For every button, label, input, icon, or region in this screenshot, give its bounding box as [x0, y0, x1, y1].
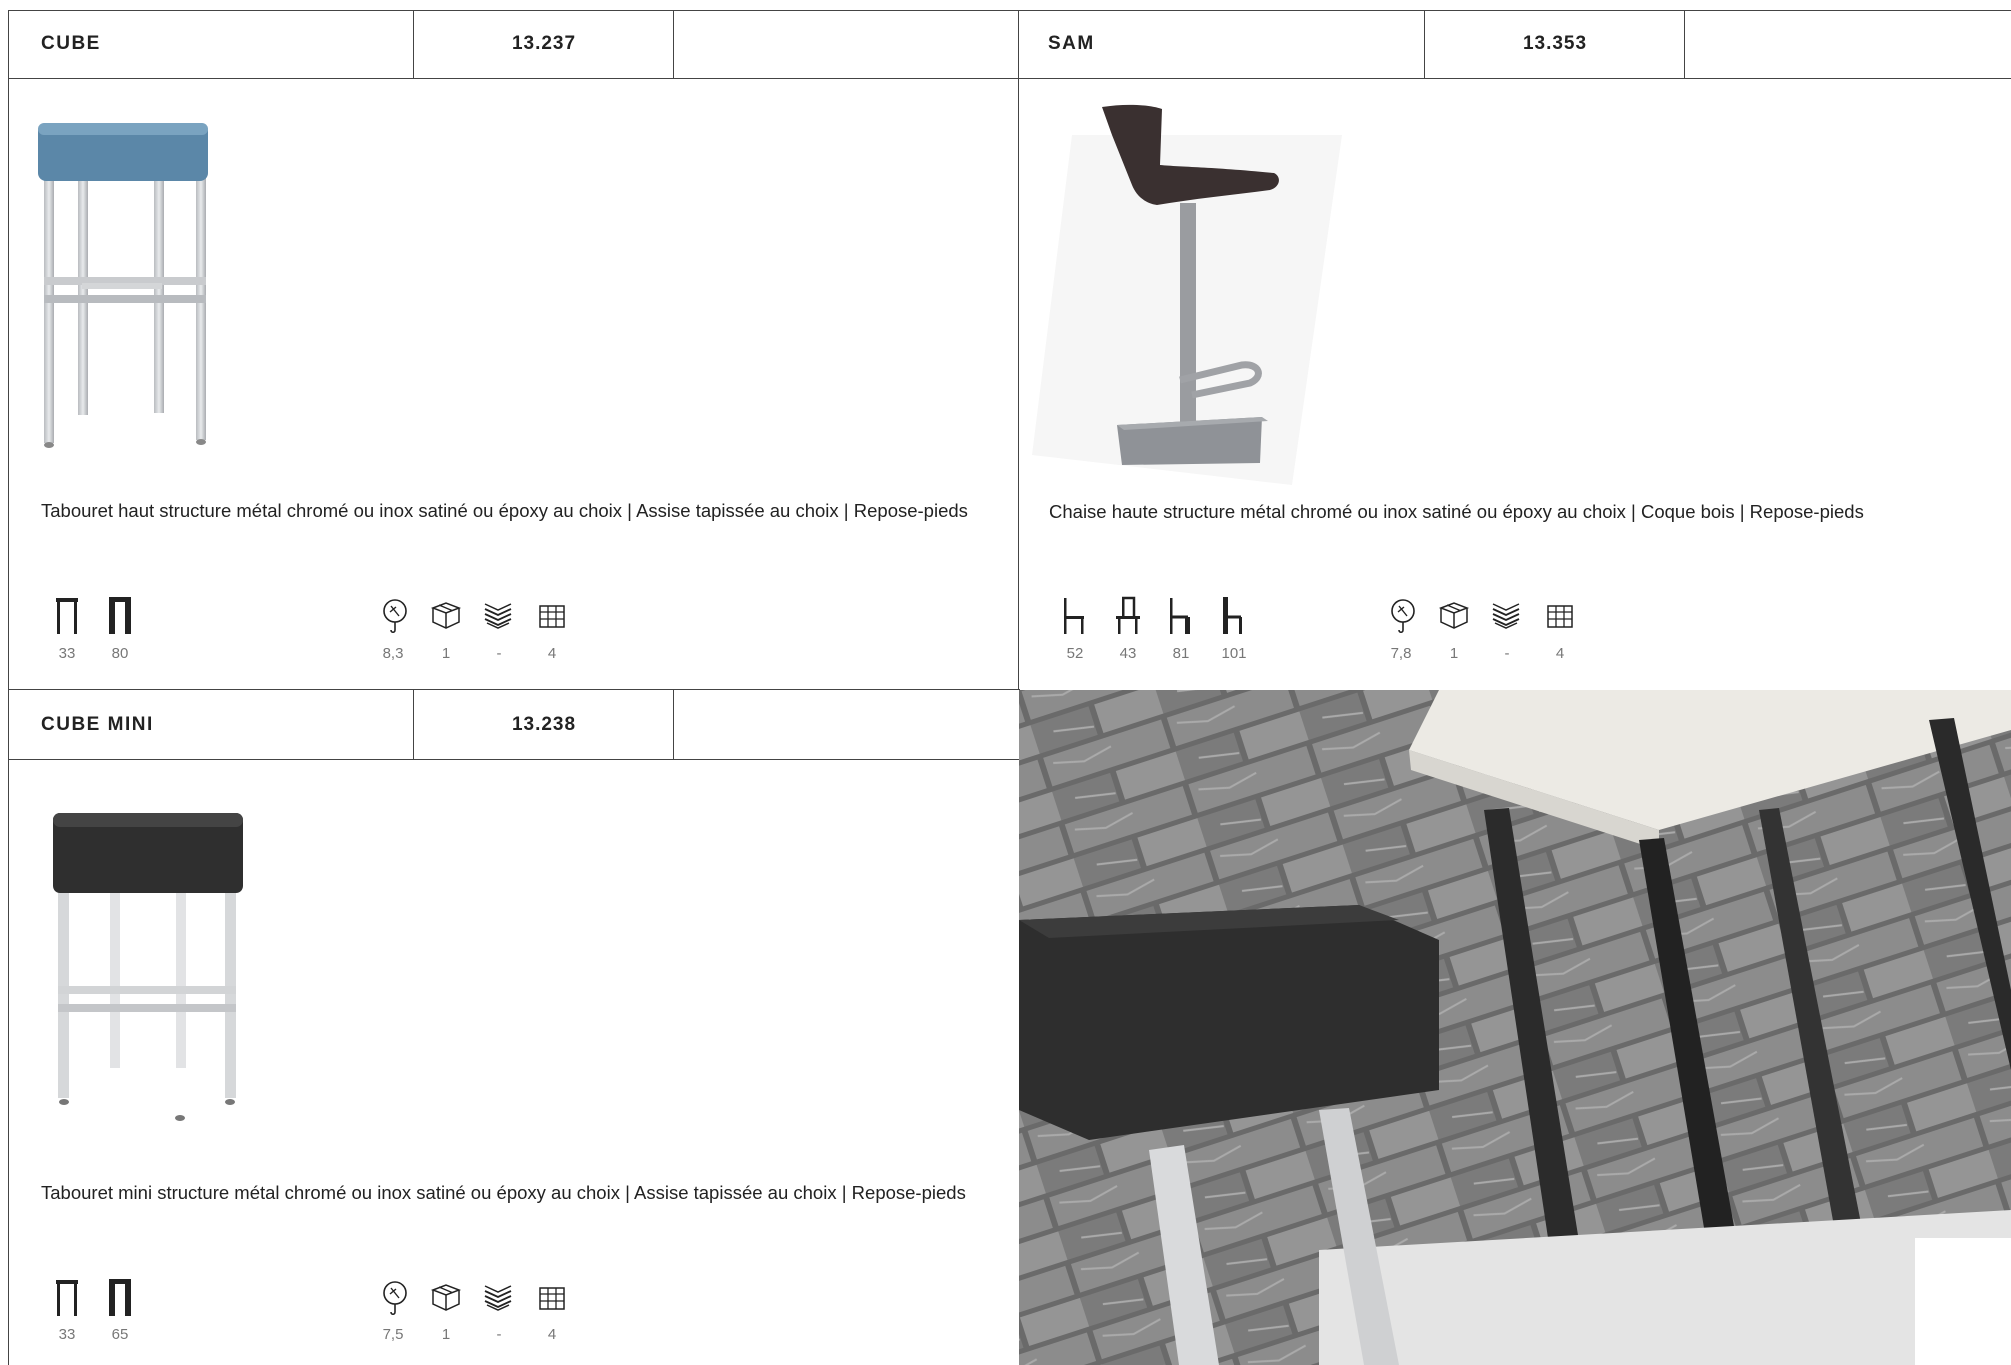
- stool-width-icon: [56, 1280, 78, 1316]
- sam-spec-box: 1: [1449, 645, 1459, 662]
- cube-mini-spec-weight: 7,5: [382, 1326, 404, 1343]
- stool-height-icon: [109, 597, 131, 634]
- sam-dim-1: 52: [1066, 645, 1084, 662]
- cube-spec-grid: 4: [547, 645, 557, 662]
- sam-spec-grid: 4: [1555, 645, 1565, 662]
- cube-mini-dim-2: 65: [111, 1326, 129, 1343]
- stool-width-icon: [56, 598, 78, 634]
- sam-dim-4: 101: [1221, 645, 1247, 662]
- sam-header-empty-cell: [1684, 10, 2011, 80]
- lifestyle-photo: [1019, 690, 2011, 1365]
- sam-spec-weight: 7,8: [1390, 645, 1412, 662]
- stack-icon: [484, 1285, 512, 1311]
- grid-icon: [1547, 605, 1573, 628]
- box-icon: [430, 1284, 462, 1311]
- cube-mini-spec-grid: 4: [547, 1326, 557, 1343]
- cube-header-empty-cell: [673, 10, 1020, 80]
- sam-dim-2: 43: [1119, 645, 1137, 662]
- weight-icon: [383, 1281, 407, 1316]
- cube-mini-code: 13.238: [511, 714, 577, 735]
- cube-mini-name: CUBE MINI: [41, 714, 154, 735]
- cube-dim-2: 80: [111, 645, 129, 662]
- stack-icon: [484, 603, 512, 629]
- sam-code: 13.353: [1522, 33, 1588, 54]
- cube-mini-stool-photo: [53, 813, 243, 1121]
- box-icon: [430, 602, 462, 629]
- grid-icon: [539, 1287, 565, 1310]
- sam-chair-photo: [1032, 104, 1342, 485]
- weight-icon: [383, 599, 407, 634]
- cube-spec-box: 1: [441, 645, 451, 662]
- cube-dim-1: 33: [58, 645, 76, 662]
- weight-icon: [1391, 599, 1415, 634]
- sam-spec-stack: -: [1504, 645, 1510, 662]
- cube-mini-description: Tabouret mini structure métal chromé ou …: [41, 1182, 966, 1203]
- cube-mini-spec-box: 1: [441, 1326, 451, 1343]
- chair-total-height-icon: [1223, 597, 1242, 634]
- cube-code: 13.237: [511, 33, 577, 54]
- stack-icon: [1492, 603, 1520, 629]
- chair-depth-icon: [1116, 596, 1140, 634]
- sam-dim-3: 81: [1172, 645, 1190, 662]
- cube-spec-stack: -: [496, 645, 502, 662]
- cube-mini-dim-1: 33: [58, 1326, 76, 1343]
- chair-seat-height-icon: [1170, 598, 1190, 634]
- box-icon: [1438, 602, 1470, 629]
- grid-icon: [539, 605, 565, 628]
- sam-description: Chaise haute structure métal chromé ou i…: [1049, 501, 1864, 522]
- sam-name: SAM: [1048, 33, 1095, 54]
- cube-stool-photo: [38, 123, 208, 448]
- cube-mini-header-empty-cell: [673, 689, 1020, 761]
- cube-name: CUBE: [41, 33, 101, 54]
- chair-width-icon: [1064, 598, 1084, 634]
- stool-height-icon: [109, 1279, 131, 1316]
- cube-spec-weight: 8,3: [382, 645, 404, 662]
- cube-description: Tabouret haut structure métal chromé ou …: [41, 500, 968, 521]
- cube-mini-spec-stack: -: [496, 1326, 502, 1343]
